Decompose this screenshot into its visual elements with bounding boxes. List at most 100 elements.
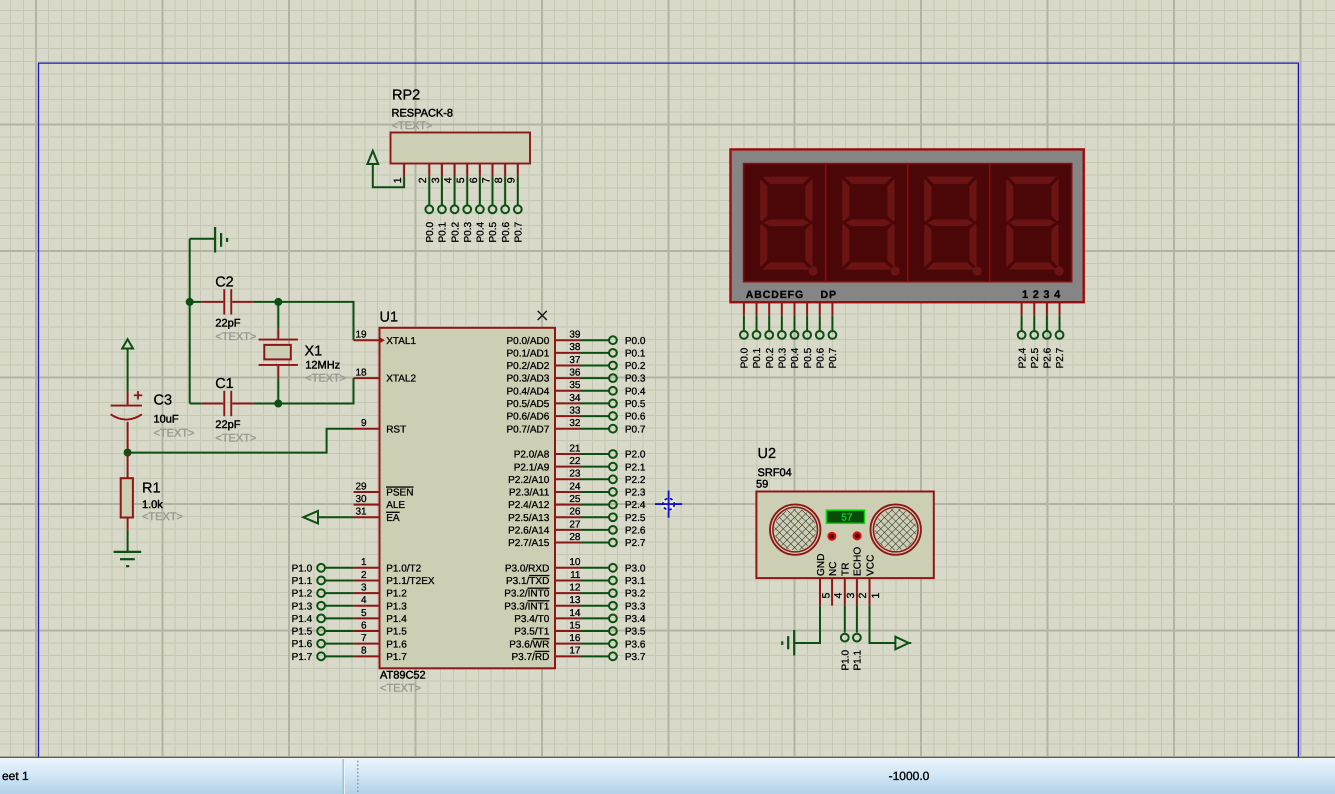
svg-text:30: 30 xyxy=(355,494,367,505)
svg-text:P0.3/AD3: P0.3/AD3 xyxy=(506,374,549,385)
svg-text:P2.5: P2.5 xyxy=(625,513,646,524)
svg-text:P0.6: P0.6 xyxy=(815,347,826,368)
svg-text:ABCDEFG: ABCDEFG xyxy=(746,289,804,301)
svg-text:P1.1: P1.1 xyxy=(292,576,313,587)
svg-text:<TEXT>: <TEXT> xyxy=(305,373,346,385)
svg-text:X1: X1 xyxy=(305,344,323,360)
svg-text:-1000.0: -1000.0 xyxy=(889,769,930,783)
svg-text:P3.3/INT1: P3.3/INT1 xyxy=(504,601,549,612)
svg-text:3: 3 xyxy=(430,177,442,183)
svg-text:P0.4: P0.4 xyxy=(625,386,646,397)
svg-text:RESPACK-8: RESPACK-8 xyxy=(392,108,454,120)
svg-text:38: 38 xyxy=(569,342,581,353)
svg-text:34: 34 xyxy=(569,393,581,404)
svg-text:26: 26 xyxy=(569,507,581,518)
svg-text:P0.5: P0.5 xyxy=(625,399,646,410)
svg-text:2: 2 xyxy=(417,177,429,183)
svg-text:1.0k: 1.0k xyxy=(142,499,163,511)
svg-text:6: 6 xyxy=(468,177,480,183)
svg-text:P1.7: P1.7 xyxy=(386,652,407,663)
svg-text:P0.2: P0.2 xyxy=(625,361,646,372)
svg-text:P2.7/A15: P2.7/A15 xyxy=(508,538,550,549)
svg-text:8: 8 xyxy=(493,177,505,183)
svg-text:39: 39 xyxy=(569,330,581,341)
svg-text:1: 1 xyxy=(870,593,882,599)
svg-text:P3.2: P3.2 xyxy=(625,589,646,600)
svg-text:P3.0: P3.0 xyxy=(625,563,646,574)
svg-text:10uF: 10uF xyxy=(154,414,179,426)
svg-text:16: 16 xyxy=(569,633,581,644)
svg-text:R1: R1 xyxy=(142,481,161,497)
svg-text:22: 22 xyxy=(569,456,581,467)
svg-text:P1.5: P1.5 xyxy=(292,627,313,638)
svg-text:P0.6: P0.6 xyxy=(501,221,512,242)
svg-text:P2.1/A9: P2.1/A9 xyxy=(514,462,550,473)
svg-text:23: 23 xyxy=(569,469,581,480)
svg-text:XTAL2: XTAL2 xyxy=(386,374,416,385)
svg-text:14: 14 xyxy=(569,608,581,619)
svg-text:SRF04: SRF04 xyxy=(758,467,792,479)
svg-text:P1.3: P1.3 xyxy=(386,601,407,612)
svg-text:P3.6/WR: P3.6/WR xyxy=(509,639,549,650)
svg-text:P0.7: P0.7 xyxy=(514,221,525,242)
svg-text:P1.2: P1.2 xyxy=(386,589,407,600)
svg-text:P3.2/INT0: P3.2/INT0 xyxy=(504,589,549,600)
svg-text:P3.0/RXD: P3.0/RXD xyxy=(505,563,549,574)
svg-text:P2.3: P2.3 xyxy=(625,488,646,499)
svg-text:22pF: 22pF xyxy=(215,318,240,330)
svg-text:4: 4 xyxy=(442,177,454,183)
svg-text:P0.3: P0.3 xyxy=(463,221,474,242)
svg-text:P0.7: P0.7 xyxy=(625,424,646,435)
svg-text:25: 25 xyxy=(569,494,581,505)
svg-text:35: 35 xyxy=(569,380,581,391)
svg-text:AT89C52: AT89C52 xyxy=(380,670,426,682)
svg-text:P1.4: P1.4 xyxy=(292,614,313,625)
svg-text:TR: TR xyxy=(841,562,852,576)
svg-text:4: 4 xyxy=(361,595,367,606)
svg-text:DP: DP xyxy=(821,289,837,301)
svg-text:P3.1/TXD: P3.1/TXD xyxy=(506,576,549,587)
svg-text:P3.1: P3.1 xyxy=(625,576,646,587)
svg-text:P3.5: P3.5 xyxy=(625,627,646,638)
svg-text:P0.2: P0.2 xyxy=(765,347,776,368)
svg-text:10: 10 xyxy=(569,557,581,568)
svg-text:P0.0: P0.0 xyxy=(625,336,646,347)
svg-text:P0.1: P0.1 xyxy=(625,348,646,359)
svg-text:P2.0: P2.0 xyxy=(625,450,646,461)
svg-text:2: 2 xyxy=(857,593,869,599)
svg-text:P1.5: P1.5 xyxy=(386,627,407,638)
svg-text:59: 59 xyxy=(756,479,768,491)
svg-text:32: 32 xyxy=(569,418,581,429)
svg-text:P2.2: P2.2 xyxy=(625,475,646,486)
svg-text:6: 6 xyxy=(361,620,367,631)
svg-text:P2.5/A13: P2.5/A13 xyxy=(508,513,550,524)
svg-text:PSEN: PSEN xyxy=(386,488,413,499)
svg-text:21: 21 xyxy=(569,443,581,454)
svg-text:P2.6: P2.6 xyxy=(625,525,646,536)
svg-text:P3.5/T1: P3.5/T1 xyxy=(514,627,549,638)
svg-text:P2.6/A14: P2.6/A14 xyxy=(508,525,550,536)
svg-text:7: 7 xyxy=(480,177,492,183)
svg-text:U2: U2 xyxy=(758,446,777,462)
svg-text:P0.3: P0.3 xyxy=(778,347,789,368)
svg-text:13: 13 xyxy=(569,595,581,606)
svg-text:11: 11 xyxy=(570,570,581,581)
svg-text:P0.4: P0.4 xyxy=(790,347,801,368)
svg-text:C1: C1 xyxy=(215,376,234,392)
svg-text:P2.2/A10: P2.2/A10 xyxy=(508,475,550,486)
svg-text:18: 18 xyxy=(355,368,367,379)
svg-text:P3.7: P3.7 xyxy=(625,652,646,663)
svg-text:5: 5 xyxy=(455,177,467,183)
svg-text:P0.6: P0.6 xyxy=(625,412,646,423)
svg-text:RST: RST xyxy=(386,424,406,435)
svg-text:P1.0/T2: P1.0/T2 xyxy=(386,563,421,574)
svg-text:24: 24 xyxy=(569,481,581,492)
svg-text:P2.1: P2.1 xyxy=(625,462,646,473)
svg-text:XTAL1: XTAL1 xyxy=(386,336,416,347)
svg-text:17: 17 xyxy=(569,646,581,657)
svg-text:P2.7: P2.7 xyxy=(1055,347,1066,368)
svg-text:ALE: ALE xyxy=(386,500,405,511)
svg-text:8: 8 xyxy=(361,646,367,657)
svg-text:36: 36 xyxy=(569,368,581,379)
svg-text:33: 33 xyxy=(569,405,581,416)
